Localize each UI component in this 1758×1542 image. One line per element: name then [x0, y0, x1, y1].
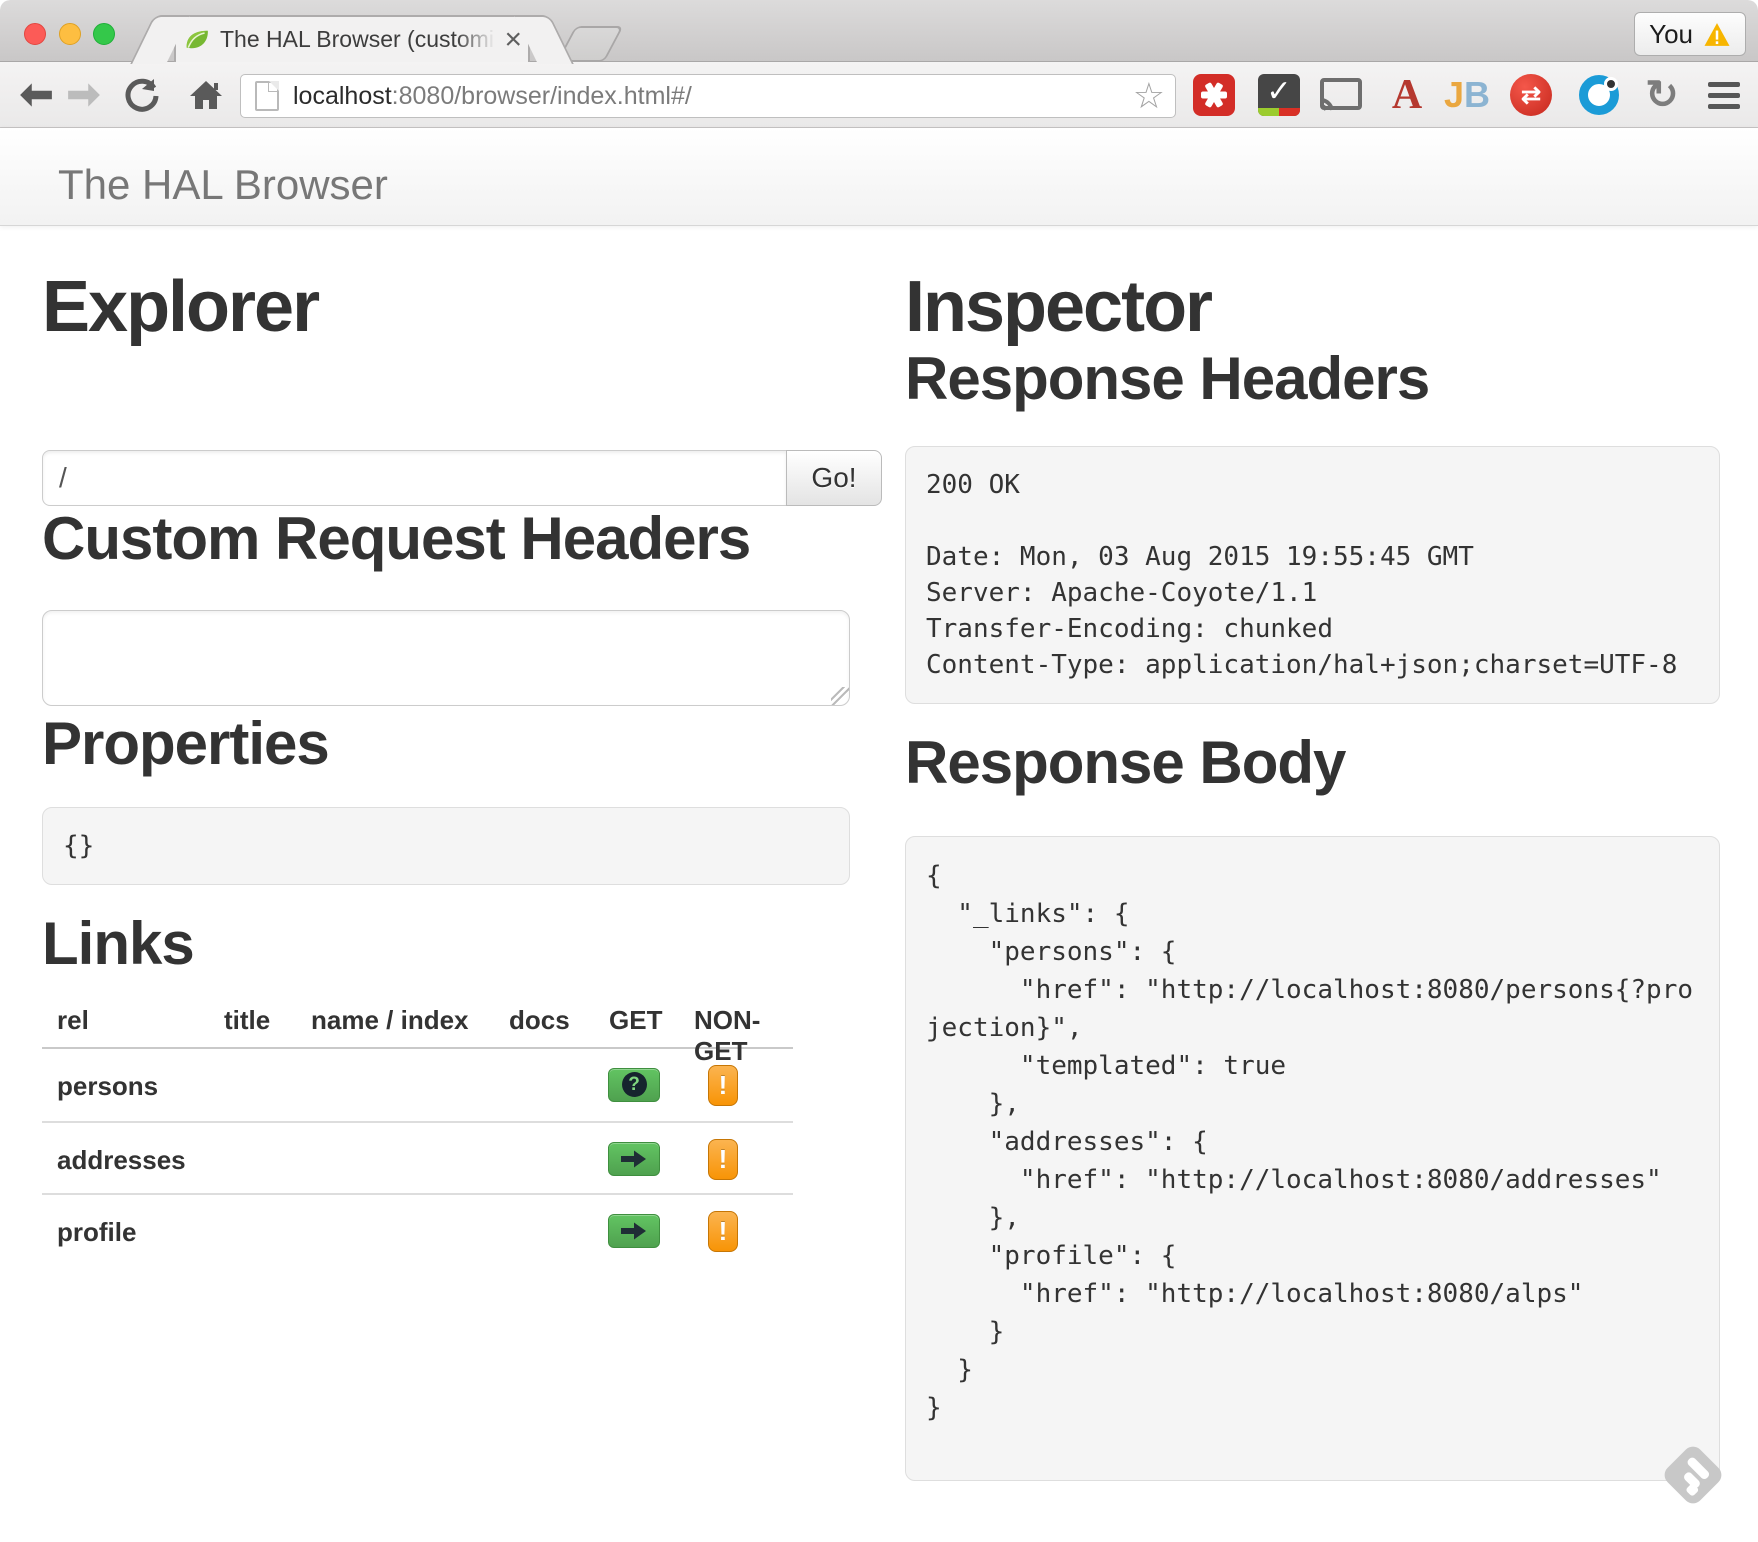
jb-letters-icon: JB [1444, 74, 1490, 116]
explorer-title: Explorer [42, 270, 887, 346]
hamburger-icon [1708, 82, 1740, 109]
rel-label: persons [57, 1071, 158, 1102]
links-title: Links [42, 911, 887, 977]
tab-title: The HAL Browser (customiz [220, 26, 498, 53]
get-follow-button[interactable] [608, 1214, 660, 1248]
cast-icon [1320, 78, 1362, 112]
lastpass-extension-icon[interactable] [1191, 62, 1237, 128]
blue-ring-icon [1579, 75, 1619, 115]
response-headers-value: 200 OK Date: Mon, 03 Aug 2015 19:55:45 G… [905, 446, 1720, 704]
jetbrains-extension-icon[interactable]: JB [1440, 62, 1494, 128]
menu-button[interactable] [1702, 62, 1746, 128]
letter-a-extension-icon[interactable]: A [1386, 62, 1428, 128]
inspector-title: Inspector [905, 270, 1720, 346]
home-button[interactable] [182, 62, 230, 128]
browser-toolbar: localhost:8080/browser/index.html#/ ☆ ✓ … [0, 62, 1758, 128]
back-button[interactable] [14, 62, 58, 128]
response-headers-title: Response Headers [905, 346, 1720, 412]
bookmark-star-icon[interactable]: ☆ [1133, 78, 1165, 114]
rel-label: profile [57, 1217, 136, 1248]
tab-close-icon[interactable]: × [504, 25, 522, 55]
get-question-button[interactable]: ? [608, 1068, 660, 1102]
checkmark-extension-icon[interactable]: ✓ [1256, 62, 1302, 128]
question-icon: ? [622, 1072, 647, 1097]
minimize-window-button[interactable] [59, 23, 81, 45]
go-button[interactable]: Go! [786, 450, 882, 506]
warning-triangle-icon [1703, 22, 1731, 47]
arrow-right-icon [621, 1150, 647, 1168]
explorer-address-group: Go! [42, 450, 883, 506]
col-docs: docs [509, 1005, 570, 1036]
links-table-header: rel title name / index docs GET NON-GET [42, 1001, 793, 1049]
col-title: title [224, 1005, 270, 1036]
col-name-index: name / index [311, 1005, 469, 1036]
circular-arrows-icon: ↻ [1645, 72, 1679, 118]
page-navbar: The HAL Browser [0, 128, 1758, 226]
table-row-profile: profile ! [42, 1193, 793, 1265]
close-window-button[interactable] [24, 23, 46, 45]
response-body-value: { "_links": { "persons": { "href": "http… [905, 836, 1720, 1481]
browser-tab[interactable]: The HAL Browser (customiz × [174, 15, 530, 62]
custom-request-headers-title: Custom Request Headers [42, 506, 887, 572]
rel-label: addresses [57, 1145, 186, 1176]
red-sync-extension-icon[interactable]: ⇄ [1508, 62, 1554, 128]
table-row-persons: persons ? ! [42, 1049, 793, 1121]
asterisk-icon [1193, 74, 1235, 116]
brand-title: The HAL Browser [58, 161, 388, 209]
col-rel: rel [57, 1005, 89, 1036]
response-body-title: Response Body [905, 730, 1720, 796]
links-table: rel title name / index docs GET NON-GET … [42, 1001, 793, 1265]
non-get-button[interactable]: ! [708, 1211, 738, 1252]
window-titlebar: The HAL Browser (customiz × You [0, 0, 1758, 62]
get-follow-button[interactable] [608, 1142, 660, 1176]
col-get: GET [609, 1005, 662, 1036]
sync-arrows-icon: ⇄ [1510, 74, 1552, 116]
forward-button[interactable] [62, 62, 106, 128]
profile-button[interactable]: You [1634, 12, 1746, 56]
page-document-icon[interactable] [255, 81, 279, 111]
url-text[interactable]: localhost:8080/browser/index.html#/ [293, 82, 1125, 111]
arrow-right-icon [621, 1222, 647, 1240]
explorer-panel: Explorer Go! Custom Request Headers Prop… [42, 270, 887, 1265]
explorer-path-input[interactable] [42, 450, 787, 506]
inspector-panel: Inspector Response Headers 200 OK Date: … [905, 270, 1720, 1507]
custom-request-headers-textarea[interactable] [42, 610, 850, 706]
blue-circle-extension-icon[interactable] [1576, 62, 1622, 128]
non-get-button[interactable]: ! [708, 1065, 738, 1106]
url-host: localhost [293, 82, 392, 110]
chromecast-extension-icon[interactable] [1318, 62, 1364, 128]
address-bar[interactable]: localhost:8080/browser/index.html#/ ☆ [240, 74, 1176, 118]
browser-window: The HAL Browser (customiz × You [0, 0, 1758, 1542]
reload-button[interactable] [118, 62, 166, 128]
serif-a-icon: A [1392, 71, 1422, 119]
browser-tab-content: The HAL Browser (customiz × [176, 17, 528, 62]
zoom-window-button[interactable] [93, 23, 115, 45]
profile-label: You [1649, 19, 1693, 50]
properties-value: {} [42, 807, 850, 885]
spring-leaf-favicon [184, 27, 210, 53]
properties-title: Properties [42, 711, 887, 777]
history-sync-extension-icon[interactable]: ↻ [1638, 62, 1686, 128]
check-icon: ✓ [1258, 74, 1300, 116]
non-get-button[interactable]: ! [708, 1139, 738, 1180]
url-path: :8080/browser/index.html#/ [392, 82, 692, 110]
table-row-addresses: addresses ! [42, 1121, 793, 1193]
